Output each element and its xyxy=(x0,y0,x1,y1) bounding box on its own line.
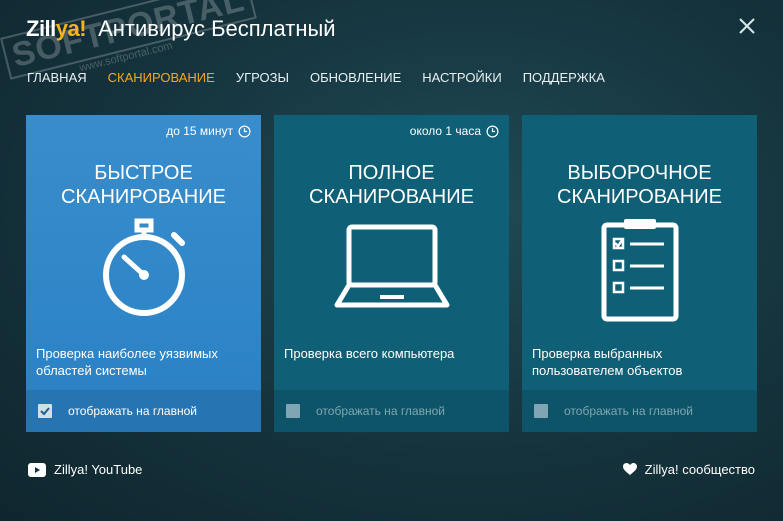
nav-item-update[interactable]: ОБНОВЛЕНИЕ xyxy=(310,70,401,85)
laptop-icon xyxy=(274,217,509,317)
full-scan-show-checkbox[interactable] xyxy=(286,404,300,418)
full-scan-show-label: отображать на главной xyxy=(316,404,445,418)
close-button[interactable] xyxy=(737,16,757,36)
custom-scan-footer: отображать на главной xyxy=(522,390,757,432)
quick-scan-time: до 15 минут xyxy=(166,124,251,138)
main-nav: ГЛАВНАЯ СКАНИРОВАНИЕ УГРОЗЫ ОБНОВЛЕНИЕ Н… xyxy=(27,70,626,85)
full-scan-desc-line1: Проверка всего компьютера xyxy=(284,346,455,361)
full-scan-card[interactable]: около 1 часа ПОЛНОЕ СКАНИРОВАНИЕ Проверк… xyxy=(274,115,509,432)
custom-scan-title-line2: СКАНИРОВАНИЕ xyxy=(557,186,722,208)
nav-item-threats[interactable]: УГРОЗЫ xyxy=(236,70,289,85)
quick-scan-desc-line1: Проверка наиболее уязвимых xyxy=(36,346,218,361)
header: Zill ya! Антивирус Бесплатный xyxy=(26,14,336,44)
community-link-label: Zillya! сообщество xyxy=(644,462,755,477)
clipboard-checklist-icon xyxy=(522,217,757,323)
custom-scan-desc-line1: Проверка выбранных xyxy=(532,346,663,361)
full-scan-title-line2: СКАНИРОВАНИЕ xyxy=(309,186,474,208)
stopwatch-icon xyxy=(26,217,261,317)
quick-scan-card[interactable]: до 15 минут БЫСТРОЕ СКАНИРОВАНИЕ Проверк… xyxy=(26,115,261,432)
youtube-icon xyxy=(28,462,46,477)
scan-cards: до 15 минут БЫСТРОЕ СКАНИРОВАНИЕ Проверк… xyxy=(26,115,757,432)
quick-scan-title: БЫСТРОЕ СКАНИРОВАНИЕ xyxy=(26,161,261,209)
full-scan-time: около 1 часа xyxy=(410,124,499,138)
clock-icon xyxy=(486,125,499,137)
quick-scan-desc-line2: областей системы xyxy=(36,363,147,378)
full-scan-time-label: около 1 часа xyxy=(409,124,481,138)
zillya-logo: Zill ya! xyxy=(26,16,87,42)
custom-scan-desc-line2: пользователем объектов xyxy=(532,363,683,378)
quick-scan-title-line2: СКАНИРОВАНИЕ xyxy=(61,186,226,208)
clock-icon xyxy=(238,125,251,137)
logo-main: Zill xyxy=(26,16,56,41)
logo-accent: ya! xyxy=(55,16,87,41)
quick-scan-title-line1: БЫСТРОЕ xyxy=(94,162,193,184)
custom-scan-show-checkbox[interactable] xyxy=(534,404,548,418)
app-window: SOFTPORTAL www.softportal.com Zill ya! Ан… xyxy=(0,0,783,521)
quick-scan-description: Проверка наиболее уязвимых областей сист… xyxy=(36,345,253,379)
quick-scan-show-label: отображать на главной xyxy=(68,404,197,418)
nav-item-support[interactable]: ПОДДЕРЖКА xyxy=(523,70,605,85)
custom-scan-description: Проверка выбранных пользователем объекто… xyxy=(532,345,749,379)
heart-icon xyxy=(622,463,637,475)
quick-scan-show-checkbox[interactable] xyxy=(38,404,52,418)
youtube-link[interactable]: Zillya! YouTube xyxy=(28,462,142,477)
nav-item-scan[interactable]: СКАНИРОВАНИЕ xyxy=(108,70,215,85)
custom-scan-show-label: отображать на главной xyxy=(564,404,693,418)
nav-item-home[interactable]: ГЛАВНАЯ xyxy=(27,70,87,85)
full-scan-footer: отображать на главной xyxy=(274,390,509,432)
full-scan-title: ПОЛНОЕ СКАНИРОВАНИЕ xyxy=(274,161,509,209)
quick-scan-footer: отображать на главной xyxy=(26,390,261,432)
nav-item-settings[interactable]: НАСТРОЙКИ xyxy=(422,70,501,85)
checkmark-icon xyxy=(40,407,50,416)
full-scan-description: Проверка всего компьютера xyxy=(284,345,501,362)
community-link[interactable]: Zillya! сообщество xyxy=(622,462,755,477)
app-title: Антивирус Бесплатный xyxy=(98,16,336,41)
youtube-link-label: Zillya! YouTube xyxy=(54,462,143,477)
custom-scan-title-line1: ВЫБОРОЧНОЕ xyxy=(567,162,712,184)
close-icon xyxy=(739,18,755,34)
custom-scan-title: ВЫБОРОЧНОЕ СКАНИРОВАНИЕ xyxy=(522,161,757,209)
full-scan-title-line1: ПОЛНОЕ xyxy=(348,162,435,184)
custom-scan-card[interactable]: ВЫБОРОЧНОЕ СКАНИРОВАНИЕ Проверка выбранн… xyxy=(522,115,757,432)
quick-scan-time-label: до 15 минут xyxy=(166,124,233,138)
